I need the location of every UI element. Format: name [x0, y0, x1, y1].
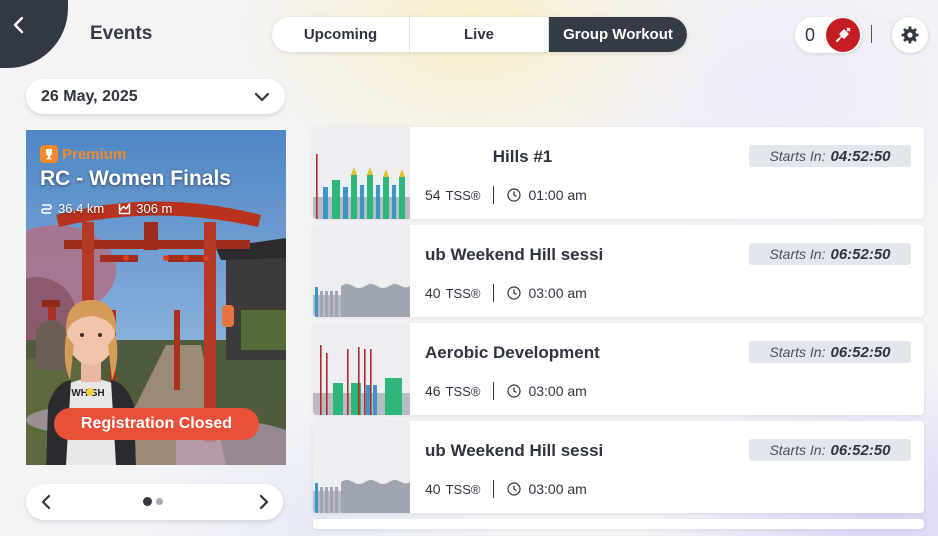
clock-icon [507, 384, 522, 398]
tss-unit: TSS® [445, 383, 481, 399]
event-meta: 40 TSS® 03:00 am [425, 480, 587, 498]
elevation-icon [119, 203, 131, 215]
event-name: Aerobic Development [425, 343, 600, 362]
workout-profile-thumbnail [313, 225, 410, 317]
event-card[interactable]: ub Weekend Hill sessi Starts In: 06:52:5… [313, 225, 924, 317]
tss-unit: TSS® [445, 285, 481, 301]
event-card[interactable]: Hills #1 Starts In: 04:52:50 54 TSS® 01:… [313, 127, 924, 219]
registration-status-badge: Registration Closed [54, 408, 259, 440]
tab-upcoming[interactable]: Upcoming [272, 17, 410, 52]
starts-in-badge: Starts In: 06:52:50 [749, 439, 911, 461]
event-name: Hills #1 [492, 147, 553, 166]
clock-icon [507, 286, 522, 300]
tss-unit: TSS® [445, 481, 481, 497]
distance-icon [41, 204, 52, 214]
premium-text: Premium [62, 145, 127, 163]
coin-counter[interactable]: 0 [795, 17, 862, 53]
starts-in-label: Starts In: [769, 148, 826, 164]
meta-divider [493, 186, 495, 204]
carousel-dot-active[interactable] [143, 497, 152, 506]
meta-divider [493, 382, 495, 400]
settings-button[interactable] [892, 17, 928, 53]
gear-icon [901, 26, 919, 44]
featured-event-stats: 36.4 km 306 m [40, 201, 172, 216]
starts-in-badge: Starts In: 06:52:50 [749, 341, 911, 363]
workout-profile-thumbnail [313, 323, 410, 415]
chevron-down-icon [254, 92, 270, 102]
starts-in-badge: Starts In: 06:52:50 [749, 243, 911, 265]
starts-in-badge: Starts In: 04:52:50 [749, 145, 911, 167]
carousel-dots [143, 497, 163, 506]
coin-count: 0 [805, 24, 816, 45]
featured-event-title: RC - Women Finals [40, 167, 231, 190]
tab-group-workout[interactable]: Group Workout [549, 17, 687, 52]
carousel-dot[interactable] [156, 498, 163, 505]
start-time: 03:00 am [528, 383, 587, 399]
tss-value: 40 [425, 285, 441, 301]
elevation-value: 306 m [136, 201, 173, 216]
distance-value: 36.4 km [58, 201, 105, 216]
clock-icon [507, 482, 522, 496]
clock-icon [507, 188, 522, 202]
event-meta: 40 TSS® 03:00 am [425, 284, 587, 302]
tab-live[interactable]: Live [410, 17, 549, 52]
chevron-left-icon [13, 16, 24, 34]
start-time: 03:00 am [528, 481, 587, 497]
event-list: Hills #1 Starts In: 04:52:50 54 TSS® 01:… [313, 127, 925, 535]
workout-profile-thumbnail [313, 421, 410, 513]
meta-divider [493, 284, 495, 302]
starts-in-label: Starts In: [769, 246, 826, 262]
header-divider [871, 25, 872, 43]
start-time: 03:00 am [528, 285, 587, 301]
tss-value: 54 [425, 187, 441, 203]
energy-button[interactable] [826, 18, 860, 52]
tss-value: 46 [425, 383, 441, 399]
featured-carousel-nav [26, 484, 283, 520]
starts-in-time: 04:52:50 [830, 147, 891, 165]
event-card-partial[interactable] [313, 519, 924, 529]
trophy-icon [40, 145, 58, 163]
starts-in-label: Starts In: [769, 442, 826, 458]
meta-divider [493, 480, 495, 498]
carousel-next-button[interactable] [255, 493, 273, 511]
workout-profile-thumbnail [313, 127, 410, 219]
date-dropdown[interactable]: 26 May, 2025 [26, 79, 285, 114]
event-meta: 54 TSS® 01:00 am [425, 186, 587, 204]
page-title: Events [90, 23, 153, 44]
tss-unit: TSS® [445, 187, 481, 203]
event-card[interactable]: Aerobic Development Starts In: 06:52:50 … [313, 323, 924, 415]
starts-in-time: 06:52:50 [830, 441, 891, 459]
event-name: ub Weekend Hill sessi [425, 441, 604, 460]
event-tabs: Upcoming Live Group Workout [272, 17, 687, 52]
starts-in-time: 06:52:50 [830, 343, 891, 361]
power-plug-icon [836, 27, 851, 42]
start-time: 01:00 am [528, 187, 587, 203]
date-value: 26 May, 2025 [41, 87, 138, 105]
event-name: ub Weekend Hill sessi [425, 245, 604, 264]
event-card[interactable]: ub Weekend Hill sessi Starts In: 06:52:5… [313, 421, 924, 513]
starts-in-time: 06:52:50 [830, 245, 891, 263]
event-meta: 46 TSS® 03:00 am [425, 382, 587, 400]
carousel-prev-button[interactable] [37, 493, 55, 511]
premium-label: Premium [40, 145, 126, 163]
starts-in-label: Starts In: [769, 344, 826, 360]
back-button[interactable] [0, 0, 68, 68]
featured-event-card[interactable]: WH SH Premium RC - Women Finals 36.4 km … [26, 130, 286, 465]
tss-value: 40 [425, 481, 441, 497]
